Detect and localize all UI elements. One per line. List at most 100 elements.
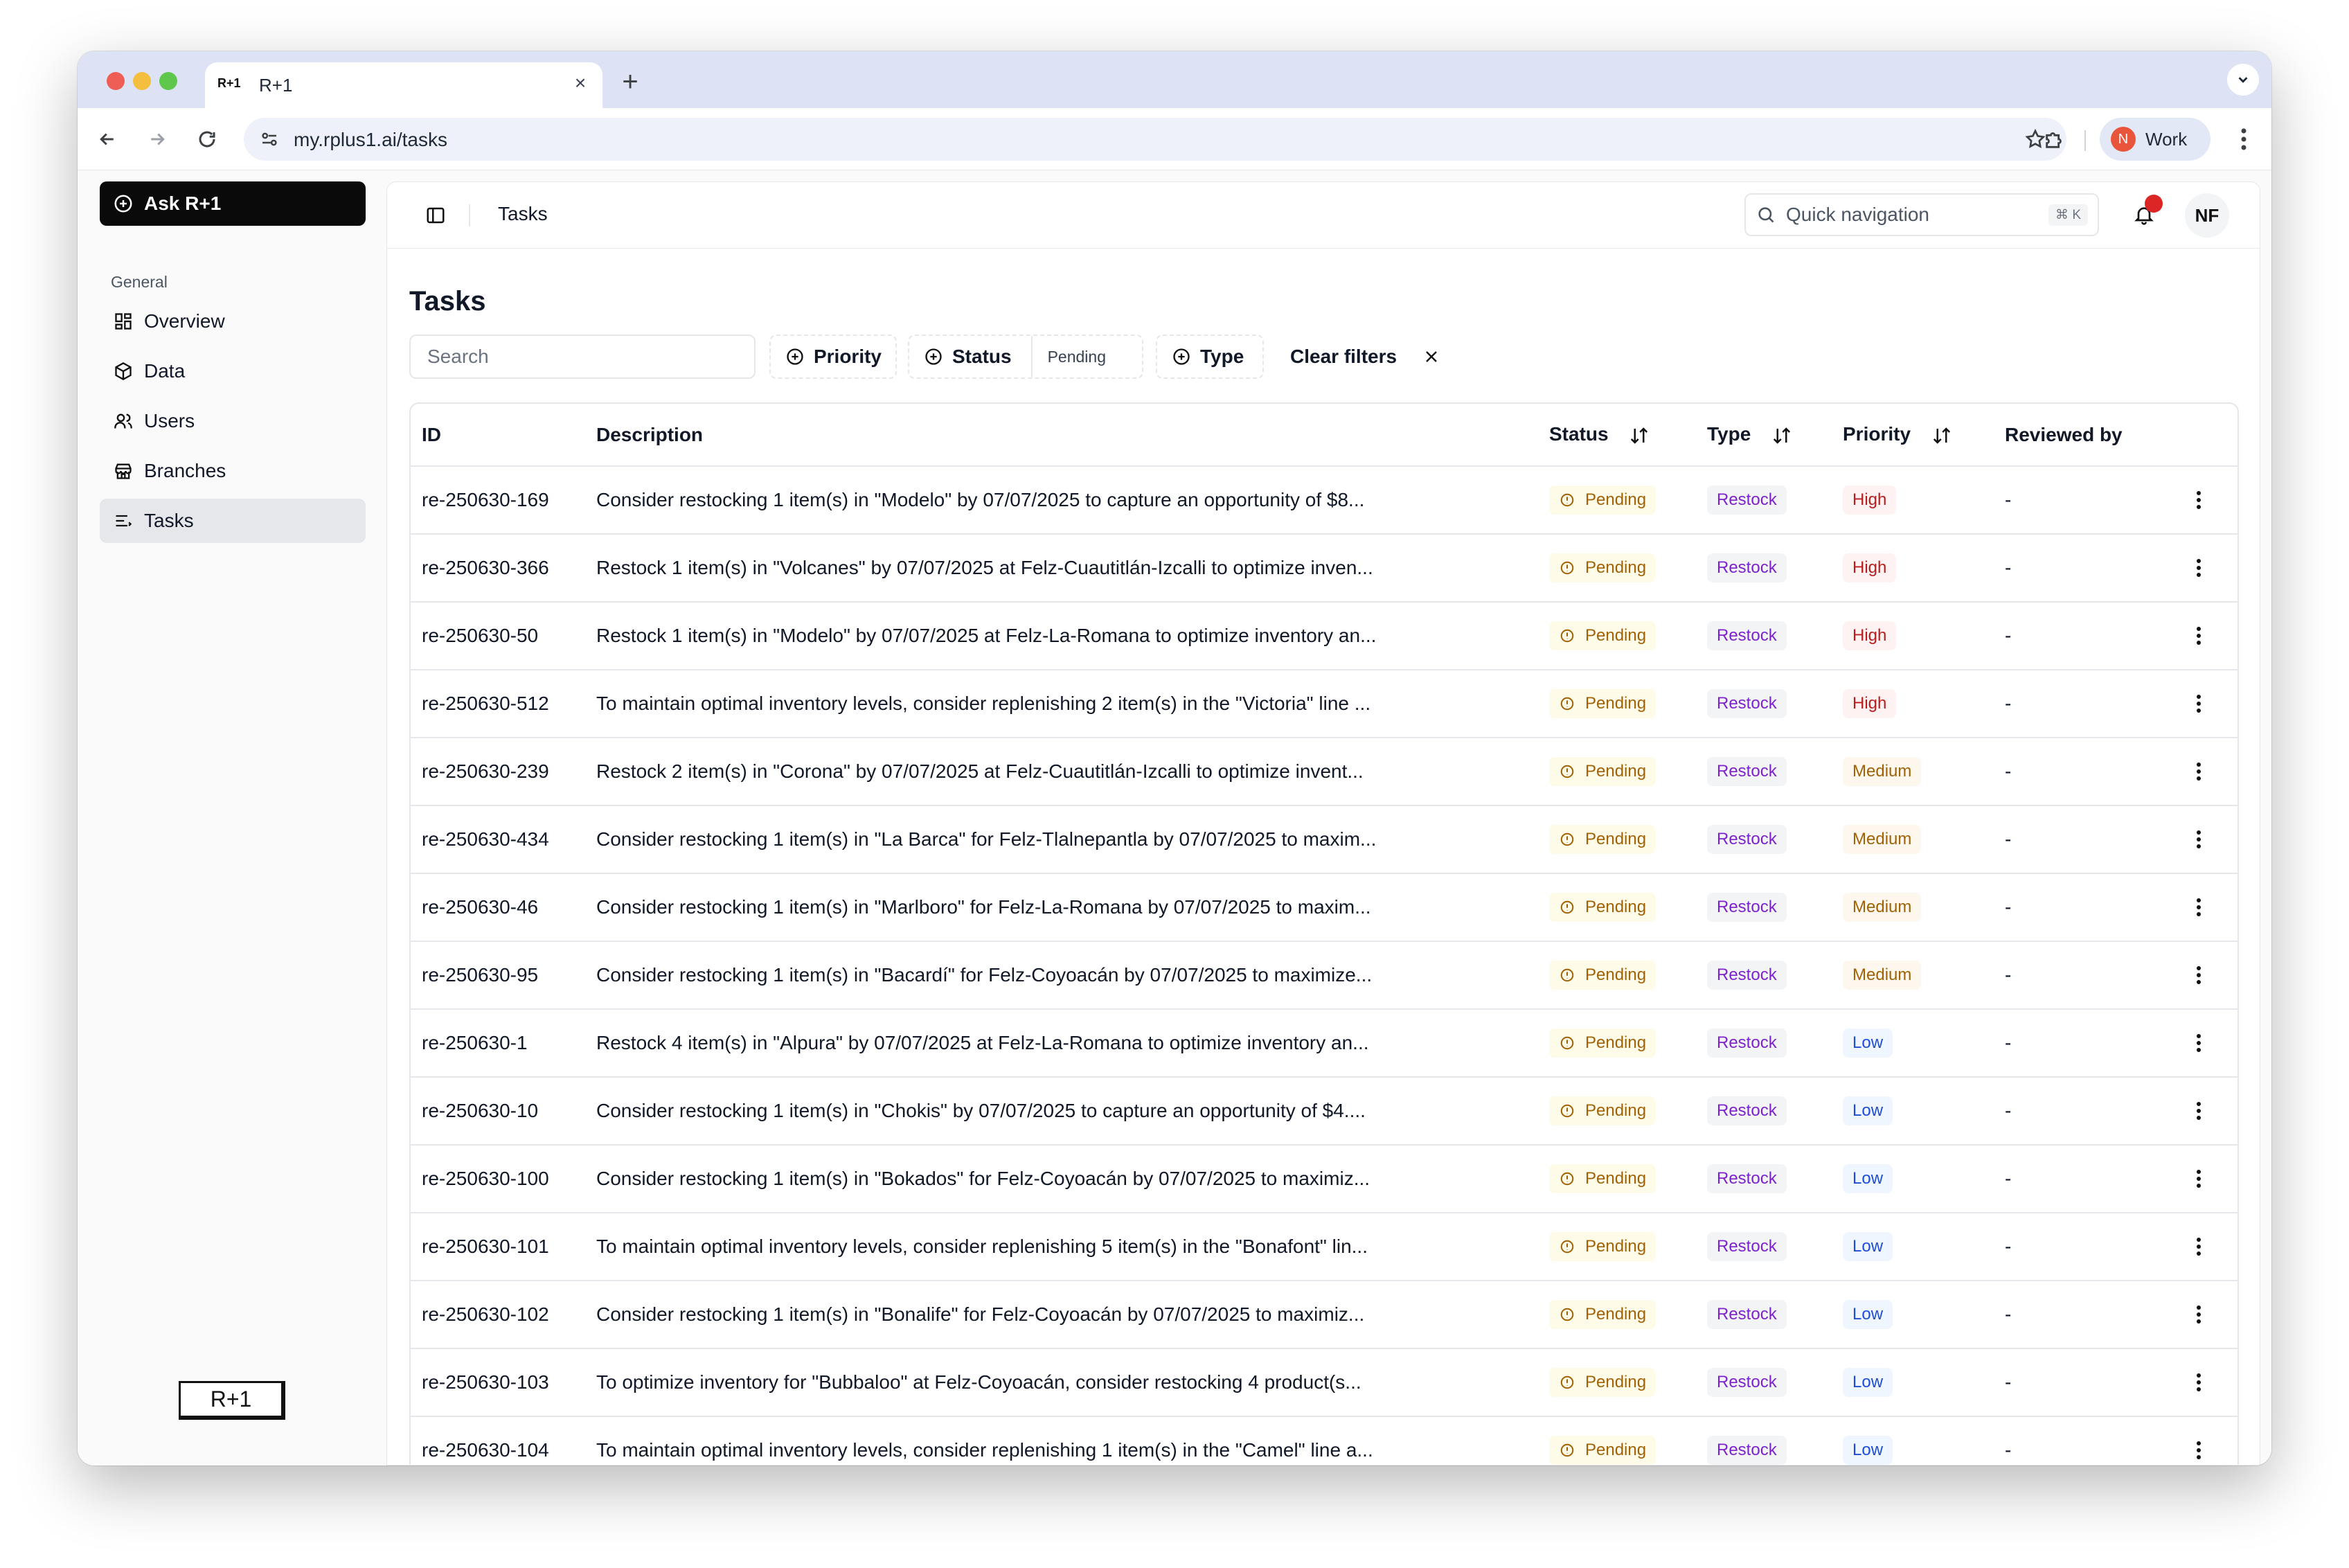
row-actions-button[interactable] bbox=[2185, 1029, 2213, 1057]
row-actions-button[interactable] bbox=[2185, 1165, 2213, 1193]
description-text: Restock 4 item(s) in "Alpura" by 07/07/2… bbox=[596, 1032, 1369, 1053]
row-actions-button[interactable] bbox=[2185, 1301, 2213, 1328]
status-badge: Pending bbox=[1549, 689, 1656, 718]
cell-description: Consider restocking 1 item(s) in "Modelo… bbox=[596, 466, 1549, 535]
row-actions-button[interactable] bbox=[2185, 826, 2213, 853]
table-row[interactable]: re-250630-50 Restock 1 item(s) in "Modelo… bbox=[411, 602, 2238, 670]
alert-circle-icon bbox=[1559, 831, 1575, 848]
sidebar-item-branches[interactable]: Branches bbox=[100, 449, 366, 493]
cell-priority: High bbox=[1843, 670, 2005, 738]
description-text: Restock 1 item(s) in "Volcanes" by 07/07… bbox=[596, 557, 1373, 578]
more-vertical-icon bbox=[2197, 559, 2201, 577]
sidebar-item-data[interactable]: Data bbox=[100, 349, 366, 393]
row-actions-button[interactable] bbox=[2185, 893, 2213, 921]
forward-button[interactable] bbox=[141, 123, 173, 155]
status-badge: Pending bbox=[1549, 1028, 1656, 1058]
table-row[interactable]: re-250630-100 Consider restocking 1 item(… bbox=[411, 1145, 2238, 1213]
new-tab-button[interactable]: + bbox=[612, 66, 648, 103]
column-header-status[interactable]: Status bbox=[1549, 404, 1707, 467]
table-row[interactable]: re-250630-104 To maintain optimal invento… bbox=[411, 1416, 2238, 1465]
close-icon[interactable] bbox=[1420, 346, 1443, 368]
sidebar-toggle-button[interactable] bbox=[422, 202, 449, 229]
cell-actions bbox=[2171, 1416, 2238, 1465]
type-badge: Restock bbox=[1707, 689, 1787, 718]
profile-button[interactable]: N Work bbox=[2100, 118, 2210, 161]
row-actions-button[interactable] bbox=[2185, 1369, 2213, 1396]
table-row[interactable]: re-250630-239 Restock 2 item(s) in "Coron… bbox=[411, 738, 2238, 806]
sidebar-item-overview[interactable]: Overview bbox=[100, 299, 366, 344]
row-actions-button[interactable] bbox=[2185, 554, 2213, 582]
table-row[interactable]: re-250630-512 To maintain optimal invento… bbox=[411, 670, 2238, 738]
sort-icon[interactable] bbox=[1931, 425, 1952, 446]
browser-tab[interactable]: R+1 R+1 × bbox=[205, 62, 602, 108]
table-row[interactable]: re-250630-169 Consider restocking 1 item(… bbox=[411, 466, 2238, 535]
column-header-type[interactable]: Type bbox=[1707, 404, 1843, 467]
type-filter-button[interactable]: Type bbox=[1156, 335, 1264, 379]
sidebar-item-tasks[interactable]: Tasks bbox=[100, 499, 366, 543]
table-row[interactable]: re-250630-46 Consider restocking 1 item(s… bbox=[411, 873, 2238, 942]
main-header: Tasks Quick navigation ⌘ K NF bbox=[387, 182, 2260, 249]
table-row[interactable]: re-250630-101 To maintain optimal invento… bbox=[411, 1213, 2238, 1281]
search-input[interactable] bbox=[409, 335, 756, 379]
table-row[interactable]: re-250630-10 Consider restocking 1 item(s… bbox=[411, 1077, 2238, 1146]
table-row[interactable]: re-250630-103 To optimize inventory for "… bbox=[411, 1348, 2238, 1417]
row-actions-button[interactable] bbox=[2185, 690, 2213, 718]
page-title: Tasks bbox=[409, 286, 486, 317]
cell-actions bbox=[2171, 1145, 2238, 1213]
user-avatar[interactable]: NF bbox=[2185, 193, 2229, 238]
type-badge: Restock bbox=[1707, 1164, 1787, 1193]
description-text: To maintain optimal inventory levels, co… bbox=[596, 693, 1371, 714]
status-badge: Pending bbox=[1549, 1164, 1656, 1193]
table-row[interactable]: re-250630-102 Consider restocking 1 item(… bbox=[411, 1281, 2238, 1349]
row-actions-button[interactable] bbox=[2185, 1097, 2213, 1125]
chevron-down-icon bbox=[2238, 77, 2248, 83]
plus-circle-icon bbox=[785, 346, 805, 367]
row-actions-button[interactable] bbox=[2185, 486, 2213, 514]
cell-description: Consider restocking 1 item(s) in "Bonali… bbox=[596, 1281, 1549, 1349]
browser-menu-button[interactable] bbox=[2230, 123, 2258, 155]
priority-badge: Low bbox=[1843, 1164, 1893, 1193]
column-header-label: Type bbox=[1707, 423, 1751, 445]
priority-badge: Low bbox=[1843, 1368, 1893, 1397]
row-actions-button[interactable] bbox=[2185, 1233, 2213, 1260]
site-settings-icon[interactable] bbox=[258, 127, 281, 151]
cell-id: re-250630-239 bbox=[411, 738, 596, 806]
row-actions-button[interactable] bbox=[2185, 622, 2213, 650]
cell-id: re-250630-104 bbox=[411, 1416, 596, 1465]
close-tab-icon[interactable]: × bbox=[568, 71, 593, 96]
maximize-window-button[interactable] bbox=[159, 72, 177, 90]
status-badge: Pending bbox=[1549, 1368, 1656, 1397]
minimize-window-button[interactable] bbox=[133, 72, 151, 90]
table-row[interactable]: re-250630-434 Consider restocking 1 item(… bbox=[411, 805, 2238, 874]
close-window-button[interactable] bbox=[107, 72, 125, 90]
address-bar[interactable]: my.rplus1.ai/tasks bbox=[244, 118, 2066, 161]
description-text: Consider restocking 1 item(s) in "Modelo… bbox=[596, 489, 1365, 510]
clear-filters-button[interactable]: Clear filters bbox=[1290, 346, 1397, 368]
table-row[interactable]: re-250630-366 Restock 1 item(s) in "Volca… bbox=[411, 534, 2238, 603]
cell-type: Restock bbox=[1707, 466, 1843, 535]
quick-navigation-input[interactable]: Quick navigation ⌘ K bbox=[1744, 193, 2099, 236]
status-filter-button[interactable]: Status Pending bbox=[908, 335, 1143, 379]
browser-window: R+1 R+1 × + my.rplus1.ai/tasks N Work As… bbox=[78, 51, 2271, 1465]
back-button[interactable] bbox=[91, 123, 123, 155]
reload-button[interactable] bbox=[191, 123, 223, 155]
sort-icon[interactable] bbox=[1771, 425, 1792, 446]
cell-reviewed-by: - bbox=[2005, 1077, 2171, 1146]
row-actions-button[interactable] bbox=[2185, 758, 2213, 785]
cell-reviewed-by: - bbox=[2005, 941, 2171, 1010]
cell-status: Pending bbox=[1549, 1416, 1707, 1465]
sort-icon[interactable] bbox=[1629, 425, 1650, 446]
table-row[interactable]: re-250630-1 Restock 4 item(s) in "Alpura"… bbox=[411, 1009, 2238, 1078]
cell-reviewed-by: - bbox=[2005, 805, 2171, 874]
priority-badge: High bbox=[1843, 485, 1897, 515]
table-row[interactable]: re-250630-95 Consider restocking 1 item(s… bbox=[411, 941, 2238, 1010]
row-actions-button[interactable] bbox=[2185, 1436, 2213, 1464]
tab-search-button[interactable] bbox=[2227, 64, 2259, 96]
sidebar-item-users[interactable]: Users bbox=[100, 399, 366, 443]
priority-filter-button[interactable]: Priority bbox=[769, 335, 897, 379]
column-header-priority[interactable]: Priority bbox=[1843, 404, 2005, 467]
row-actions-button[interactable] bbox=[2185, 961, 2213, 989]
extensions-button[interactable] bbox=[2037, 122, 2072, 157]
ask-button[interactable]: Ask R+1 bbox=[100, 181, 366, 226]
status-badge: Pending bbox=[1549, 485, 1656, 515]
